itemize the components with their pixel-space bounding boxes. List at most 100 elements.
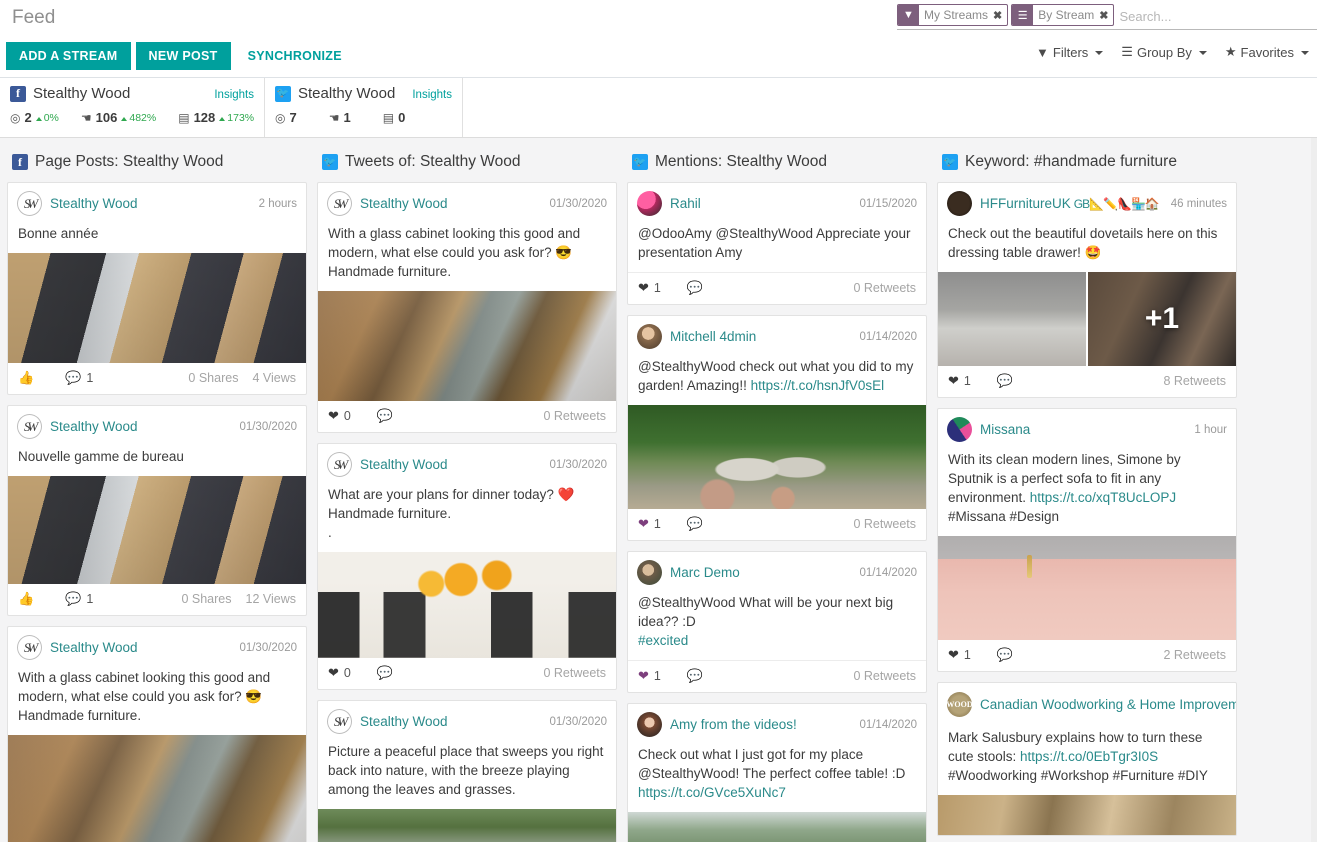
post-link[interactable]: https://t.co/0EbTgr3I0S	[1020, 749, 1158, 764]
like-button[interactable]: 👍	[18, 591, 39, 607]
post-link[interactable]: https://t.co/GVce5XuNc7	[638, 785, 786, 800]
post-retweets: 8 Retweets	[1163, 374, 1226, 388]
post-card[interactable]: SW Stealthy Wood 01/30/2020 Picture a pe…	[317, 700, 617, 842]
post-retweets: 0 Retweets	[853, 281, 916, 295]
post-image[interactable]	[628, 812, 926, 842]
post-image[interactable]	[318, 809, 616, 842]
post-author[interactable]: Missana	[980, 422, 1030, 437]
insights-link[interactable]: Insights	[412, 89, 452, 101]
post-card[interactable]: SW Stealthy Wood 2 hours Bonne année 👍 💬…	[7, 182, 307, 395]
like-button[interactable]: ❤1	[638, 516, 661, 532]
post-card[interactable]: Rahil 01/15/2020 @OdooAmy @StealthyWood …	[627, 182, 927, 305]
post-card[interactable]: HFFurnitureUK GB📐✏️👠🏪🏠 46 minutes Check …	[937, 182, 1237, 398]
new-post-button[interactable]: NEW POST	[136, 42, 231, 70]
metric-delta: 173%	[219, 112, 254, 124]
post-author[interactable]: Stealthy Wood	[360, 196, 448, 211]
post-timestamp: 01/30/2020	[543, 716, 607, 728]
insights-link[interactable]: Insights	[214, 89, 254, 101]
post-author[interactable]: Canadian Woodworking & Home Improvement	[980, 697, 1237, 712]
group-by-dropdown[interactable]: ☰ Group By	[1121, 44, 1207, 60]
post-card[interactable]: SW Stealthy Wood 01/30/2020 With a glass…	[317, 182, 617, 433]
post-link[interactable]: https://t.co/hsnJfV0sEl	[751, 378, 885, 393]
post-hashtag-link[interactable]: #excited	[638, 633, 688, 648]
post-card[interactable]: SW Stealthy Wood 01/30/2020 Nouvelle gam…	[7, 405, 307, 616]
heart-icon: ❤	[328, 408, 339, 424]
close-icon[interactable]: ✖	[993, 5, 1007, 25]
post-author[interactable]: Stealthy Wood	[360, 457, 448, 472]
metric-engagement: ☚ 106 482%	[81, 110, 156, 125]
post-timestamp: 01/14/2020	[853, 719, 917, 731]
post-author[interactable]: Stealthy Wood	[50, 196, 138, 211]
post-card[interactable]: Marc Demo 01/14/2020 @StealthyWood What …	[627, 551, 927, 693]
comment-button[interactable]: 💬	[687, 516, 708, 532]
add-a-stream-button[interactable]: ADD A STREAM	[6, 42, 131, 70]
post-card[interactable]: WOOD Canadian Woodworking & Home Improve…	[937, 682, 1237, 836]
post-image[interactable]	[938, 536, 1236, 640]
metric-value: 106	[96, 110, 118, 125]
close-icon[interactable]: ✖	[1099, 5, 1113, 25]
post-retweets: 0 Retweets	[543, 409, 606, 423]
like-button[interactable]: ❤0	[328, 665, 351, 681]
heart-icon: ❤	[638, 516, 649, 532]
post-image[interactable]	[318, 291, 616, 401]
comment-button[interactable]: 💬	[997, 647, 1018, 663]
post-image[interactable]	[8, 735, 306, 842]
post-image[interactable]: +1	[1088, 272, 1236, 366]
post-author[interactable]: Stealthy Wood	[50, 419, 138, 434]
search-input[interactable]	[1117, 4, 1317, 29]
hand-icon: ☚	[81, 111, 92, 125]
like-button[interactable]: ❤1	[948, 373, 971, 389]
like-button[interactable]: ❤0	[328, 408, 351, 424]
post-card[interactable]: Mitchell 4dmin 01/14/2020 @StealthyWood …	[627, 315, 927, 541]
like-button[interactable]: ❤1	[638, 280, 661, 296]
post-card[interactable]: Missana 1 hour With its clean modern lin…	[937, 408, 1237, 672]
post-timestamp: 01/14/2020	[853, 567, 917, 579]
post-timestamp: 01/15/2020	[853, 198, 917, 210]
comment-button[interactable]: 💬	[377, 665, 398, 681]
post-image[interactable]	[8, 476, 306, 584]
synchronize-button[interactable]: SYNCHRONIZE	[240, 42, 350, 70]
comment-button[interactable]: 💬	[687, 280, 708, 296]
post-author[interactable]: Stealthy Wood	[360, 714, 448, 729]
post-timestamp: 46 minutes	[1165, 198, 1227, 210]
post-card[interactable]: SW Stealthy Wood 01/30/2020 What are you…	[317, 443, 617, 690]
post-image[interactable]	[628, 405, 926, 509]
comment-button[interactable]: 💬	[377, 408, 398, 424]
facebook-icon: f	[12, 154, 28, 170]
post-author[interactable]: Mitchell 4dmin	[670, 329, 756, 344]
avatar: SW	[17, 635, 42, 660]
target-icon: ◎	[10, 111, 20, 125]
post-card[interactable]: Amy from the videos! 01/14/2020 Check ou…	[627, 703, 927, 842]
list-icon: ☰	[1012, 5, 1033, 25]
comment-button[interactable]: 💬1	[65, 370, 93, 386]
post-link[interactable]: https://t.co/xqT8UcLOPJ	[1030, 490, 1176, 505]
comment-button[interactable]: 💬	[997, 373, 1018, 389]
post-author[interactable]: HFFurnitureUK	[980, 196, 1071, 211]
post-image[interactable]	[938, 272, 1086, 366]
post-author[interactable]: Amy from the videos!	[670, 717, 797, 732]
search-facet-my-streams[interactable]: ▼ My Streams ✖	[897, 4, 1008, 26]
comment-button[interactable]: 💬	[687, 668, 708, 684]
post-retweets: 2 Retweets	[1163, 648, 1226, 662]
comment-button[interactable]: 💬1	[65, 591, 93, 607]
search-facet-by-stream[interactable]: ☰ By Stream ✖	[1011, 4, 1114, 26]
favorites-dropdown[interactable]: ★ Favorites	[1225, 44, 1309, 60]
stream-column-header: 🐦 Keyword: #handmade furniture	[937, 138, 1237, 182]
like-button[interactable]: ❤1	[948, 647, 971, 663]
post-author[interactable]: Stealthy Wood	[50, 640, 138, 655]
filters-dropdown[interactable]: ▼ Filters	[1036, 45, 1103, 60]
post-image[interactable]	[318, 552, 616, 658]
like-button[interactable]: 👍	[18, 370, 39, 386]
post-image[interactable]	[938, 795, 1236, 835]
post-author[interactable]: Marc Demo	[670, 565, 740, 580]
post-image[interactable]	[8, 253, 306, 363]
like-button[interactable]: ❤1	[638, 668, 661, 684]
comment-icon: 💬	[377, 408, 393, 424]
board-scrollbar[interactable]	[1311, 138, 1317, 842]
post-message: @StealthyWood check out what you did to …	[628, 354, 926, 405]
heart-icon: ❤	[638, 280, 649, 296]
post-message: @OdooAmy @StealthyWood Appreciate your p…	[628, 221, 926, 272]
post-card[interactable]: SW Stealthy Wood 01/30/2020 With a glass…	[7, 626, 307, 842]
post-author[interactable]: Rahil	[670, 196, 701, 211]
post-shares: 0 Shares	[181, 592, 231, 606]
